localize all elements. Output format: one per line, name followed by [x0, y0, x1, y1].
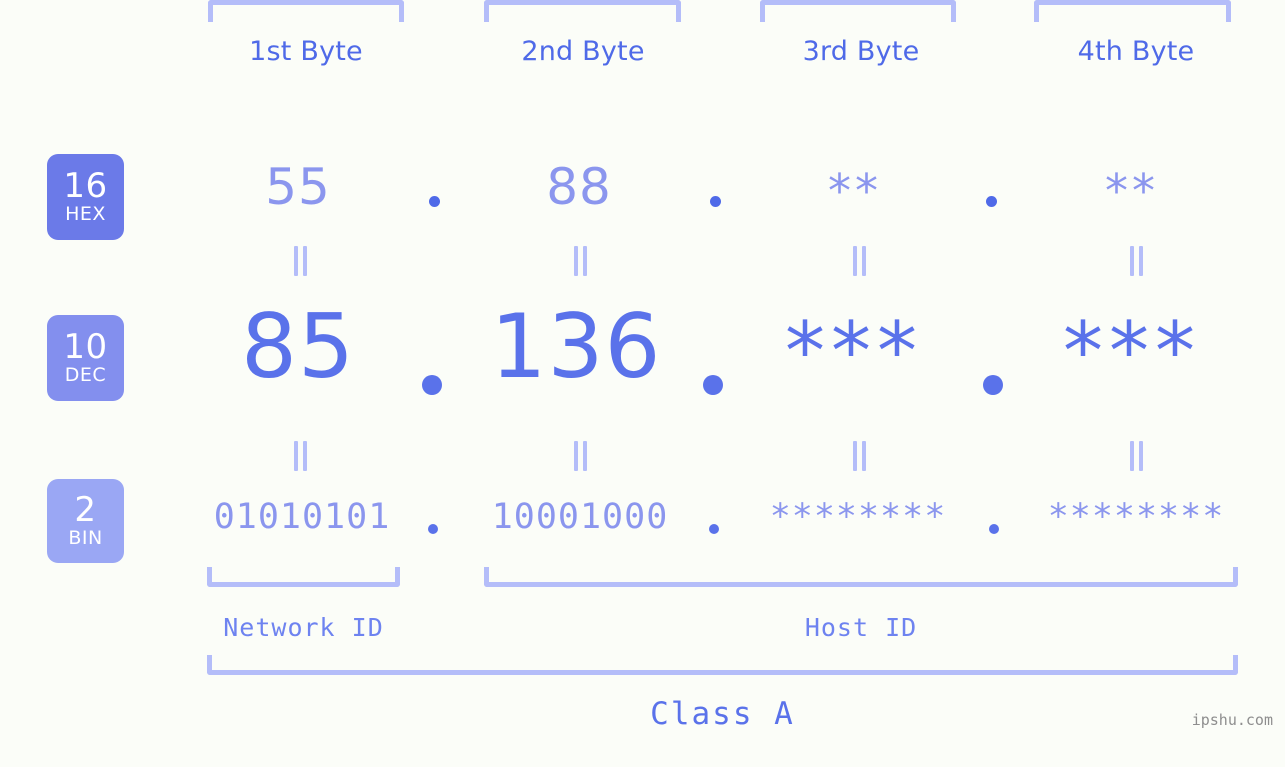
hex-octet-1: 55 — [265, 158, 331, 216]
radix-badge-bin-number: 2 — [74, 490, 97, 530]
dec-octet-1: 85 — [241, 295, 355, 398]
dec-separator-dot-3 — [983, 375, 1003, 395]
radix-badge-dec-label: DEC — [64, 364, 107, 386]
byte-header-2: 2nd Byte — [521, 36, 645, 67]
host-id-bracket — [484, 567, 1238, 587]
byte-bracket-top-1 — [208, 0, 404, 22]
network-id-label: Network ID — [223, 613, 384, 642]
byte-bracket-top-3 — [760, 0, 956, 22]
bin-octet-4: ******** — [1047, 497, 1225, 537]
dec-separator-dot-2 — [703, 375, 723, 395]
byte-header-4: 4th Byte — [1077, 36, 1195, 67]
byte-bracket-top-4 — [1034, 0, 1231, 22]
bin-separator-dot-3 — [989, 524, 999, 534]
radix-badge-dec: 10 DEC — [47, 315, 124, 401]
bin-separator-dot-2 — [709, 524, 719, 534]
hex-separator-dot-2 — [710, 196, 721, 207]
radix-badge-bin-label: BIN — [68, 527, 103, 549]
radix-badge-hex-number: 16 — [63, 166, 108, 206]
byte-header-1: 1st Byte — [249, 36, 363, 67]
equality-marker-1-3 — [848, 246, 870, 276]
bin-octet-2: 10001000 — [491, 497, 669, 537]
radix-badge-hex: 16 HEX — [47, 154, 124, 240]
class-bracket — [207, 655, 1238, 675]
equality-marker-2-2 — [569, 441, 591, 471]
class-label: Class A — [650, 696, 795, 732]
radix-badge-dec-number: 10 — [63, 327, 108, 367]
equality-marker-1-4 — [1125, 246, 1147, 276]
site-watermark: ipshu.com — [1191, 711, 1273, 729]
host-id-label: Host ID — [804, 613, 918, 642]
radix-badge-hex-label: HEX — [65, 203, 106, 225]
ip-address-breakdown-diagram: 1st Byte 2nd Byte 3rd Byte 4th Byte 16 H… — [0, 0, 1285, 767]
network-id-bracket — [207, 567, 400, 587]
equality-marker-2-3 — [848, 441, 870, 471]
hex-octet-3: ** — [828, 164, 882, 218]
hex-octet-2: 88 — [546, 158, 612, 216]
hex-separator-dot-3 — [986, 196, 997, 207]
equality-marker-2-1 — [289, 441, 311, 471]
hex-octet-4: ** — [1105, 164, 1159, 218]
byte-bracket-top-2 — [484, 0, 681, 22]
bin-octet-1: 01010101 — [213, 497, 391, 537]
byte-header-3: 3rd Byte — [802, 36, 920, 67]
dec-octet-4: *** — [1063, 305, 1201, 398]
hex-separator-dot-1 — [429, 196, 440, 207]
bin-octet-3: ******** — [769, 497, 947, 537]
bin-separator-dot-1 — [428, 524, 438, 534]
dec-separator-dot-1 — [422, 375, 442, 395]
equality-marker-1-1 — [289, 246, 311, 276]
equality-marker-1-2 — [569, 246, 591, 276]
radix-badge-bin: 2 BIN — [47, 479, 124, 563]
dec-octet-3: *** — [785, 305, 923, 398]
dec-octet-2: 136 — [490, 295, 662, 398]
equality-marker-2-4 — [1125, 441, 1147, 471]
